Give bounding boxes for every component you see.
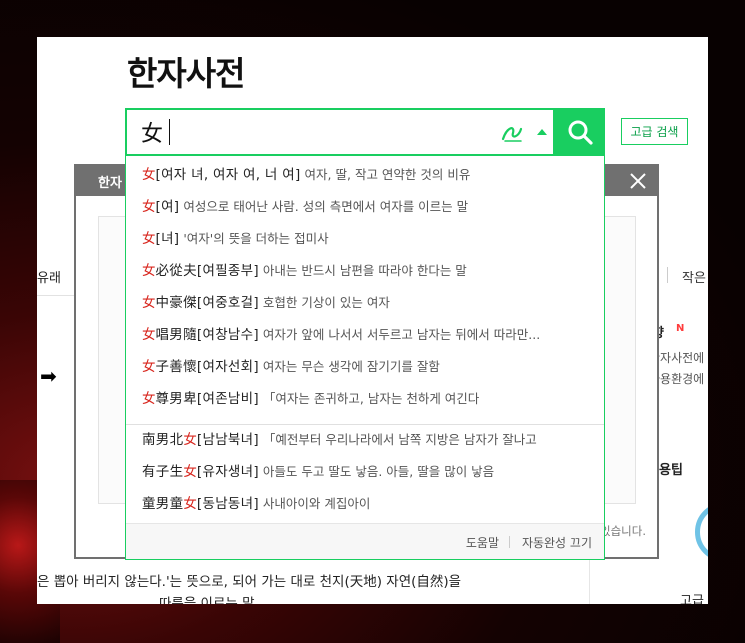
reading: [여자선회]	[196, 359, 259, 375]
reading: [여]	[155, 199, 180, 215]
hanja-match: 女	[183, 464, 197, 480]
description: 사내아이와 계집아이	[262, 496, 371, 511]
hanja-match: 女	[142, 359, 156, 375]
reading: [여필종부]	[196, 263, 259, 279]
arrow-right-icon: ➡	[40, 364, 57, 388]
page-title: 한자사전	[127, 54, 245, 93]
description: 「여자는 존귀하고, 남자는 천하게 여긴다	[262, 391, 480, 406]
reading: [녀]	[155, 231, 180, 247]
reading: [유자생녀]	[196, 464, 259, 480]
autocomplete-item[interactable]: 有子生女[유자생녀] 아들도 두고 딸도 낳음. 아들, 딸을 많이 낳음	[126, 456, 604, 488]
font-size-small-button[interactable]: 작은	[682, 267, 706, 286]
search-icon	[568, 120, 593, 145]
close-icon	[630, 173, 646, 189]
reading: [여중호걸]	[196, 295, 259, 311]
definition-text-continued: 따름을 이르는 말.	[159, 596, 259, 604]
description: 「예전부터 우리나라에서 남쪽 지방은 남자가 잘나고	[262, 432, 537, 447]
hanja-prefix: 南男北	[142, 432, 184, 448]
tips-illustration	[695, 502, 708, 562]
new-badge: N	[676, 323, 685, 334]
modal-close-button[interactable]	[627, 170, 649, 192]
hanja-match: 女	[183, 432, 197, 448]
autocomplete-footer: 도움말 자동완성 끄기	[126, 523, 604, 559]
autocomplete-item[interactable]: 女[녀] '여자'의 뜻을 더하는 접미사	[126, 223, 604, 255]
hanja-match: 女	[142, 295, 156, 311]
handwriting-input-icon[interactable]	[499, 121, 525, 145]
hanja-match: 女	[142, 327, 156, 343]
hanja-prefix: 有子生	[142, 464, 184, 480]
reading: [동남동녀]	[196, 496, 259, 512]
divider	[667, 267, 668, 283]
search-box[interactable]	[125, 108, 555, 156]
reading: [여존남비]	[196, 391, 259, 407]
section-label: 유래	[37, 271, 61, 286]
dictionary-page: 한자사전 고급 검색 유래 ➡ 은 뽑아 버리지 않는다.'는 뜻으로, 되어 …	[37, 37, 708, 604]
search-button[interactable]	[555, 108, 605, 156]
hanja-rest: 唱男隨	[155, 327, 197, 343]
modal-title: 한자	[98, 176, 122, 191]
hanja-match: 女	[142, 263, 156, 279]
search-input[interactable]	[141, 115, 481, 149]
autocomplete-item[interactable]: 女尊男卑[여존남비] 「여자는 존귀하고, 남자는 천하게 여긴다	[126, 383, 604, 415]
tips-heading: 용팁	[659, 463, 683, 478]
hanja-rest: 尊男卑	[155, 391, 197, 407]
autocomplete-item[interactable]: 女子善懷[여자선회] 여자는 무슨 생각에 잠기기를 잘함	[126, 351, 604, 383]
description: 여성으로 태어난 사람. 성의 측면에서 여자를 이르는 말	[183, 199, 469, 214]
hanja-match: 女	[142, 391, 156, 407]
autocomplete-item[interactable]: 南男北女[남남북녀] 「예전부터 우리나라에서 남쪽 지방은 남자가 잘나고	[126, 424, 604, 456]
autocomplete-item[interactable]: 女中豪傑[여중호걸] 호협한 기상이 있는 여자	[126, 287, 604, 319]
description: 아내는 반드시 남편을 따라야 한다는 말	[262, 263, 467, 278]
definition-text: 은 뽑아 버리지 않는다.'는 뜻으로, 되어 가는 대로 천지(天地) 자연(…	[37, 574, 462, 590]
hanja-rest: 子善懷	[155, 359, 197, 375]
autocomplete-item[interactable]: 女唱男隨[여창남수] 여자가 앞에 나서서 서두르고 남자는 뒤에서 따라만...	[126, 319, 604, 351]
description: 여자, 딸, 작고 연약한 것의 비유	[304, 167, 471, 182]
description: 호협한 기상이 있는 여자	[262, 295, 390, 310]
autocomplete-item[interactable]: 女[여] 여성으로 태어난 사람. 성의 측면에서 여자를 이르는 말	[126, 191, 604, 223]
hanja-rest: 中豪傑	[155, 295, 197, 311]
hanja-match: 女	[142, 231, 156, 247]
advanced-search-button[interactable]: 고급 검색	[621, 118, 688, 145]
reading: [여자 녀, 여자 여, 너 여]	[155, 167, 301, 183]
hanja-match: 女	[142, 167, 156, 183]
description: 여자가 앞에 나서서 서두르고 남자는 뒤에서 따라만...	[262, 327, 541, 342]
text-caret	[169, 119, 170, 145]
autocomplete-item[interactable]: 女[여자 녀, 여자 여, 너 여] 여자, 딸, 작고 연약한 것의 비유	[126, 159, 604, 191]
advanced-label: 고급	[680, 594, 704, 604]
autocomplete-off-link[interactable]: 자동완성 끄기	[522, 534, 592, 551]
description: '여자'의 뜻을 더하는 접미사	[183, 231, 329, 246]
divider	[509, 536, 510, 548]
hanja-rest: 必從夫	[155, 263, 197, 279]
divider	[37, 295, 77, 296]
hanja-match: 女	[142, 199, 156, 215]
reading: [여창남수]	[196, 327, 259, 343]
modal-note: 있습니다.	[600, 524, 646, 538]
collapse-arrow-icon[interactable]	[537, 129, 547, 135]
hanja-prefix: 童男童	[142, 496, 184, 512]
hanja-match: 女	[183, 496, 197, 512]
autocomplete-dropdown: 女[여자 녀, 여자 여, 너 여] 여자, 딸, 작고 연약한 것의 비유 女[여…	[125, 156, 605, 560]
autocomplete-item[interactable]: 女必從夫[여필종부] 아내는 반드시 남편을 따라야 한다는 말	[126, 255, 604, 287]
reading: [남남북녀]	[196, 432, 259, 448]
description: 여자는 무슨 생각에 잠기기를 잘함	[262, 359, 440, 374]
autocomplete-item[interactable]: 童男童女[동남동녀] 사내아이와 계집아이	[126, 488, 604, 520]
help-link[interactable]: 도움말	[466, 534, 499, 551]
description: 아들도 두고 딸도 낳음. 아들, 딸을 많이 낳음	[262, 464, 495, 479]
